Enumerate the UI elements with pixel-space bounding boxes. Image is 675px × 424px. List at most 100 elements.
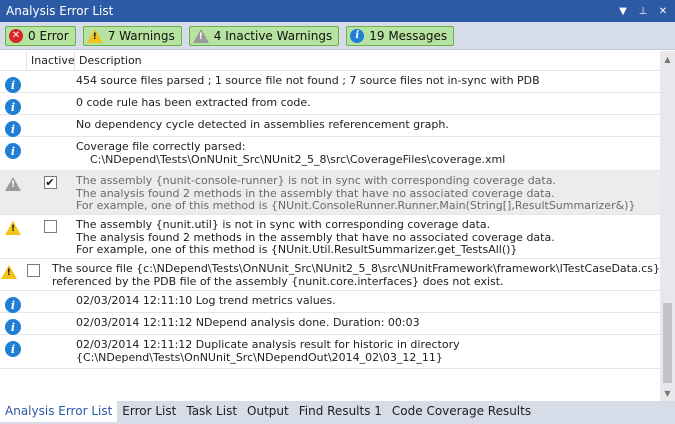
warnings-filter-button[interactable]: 7 Warnings (82, 25, 182, 46)
filter-toolbar: ✕ 0 Error 7 Warnings 4 Inactive Warnings… (0, 22, 675, 50)
row-description: 0 code rule has been extracted from code… (74, 93, 660, 114)
pin-icon[interactable]: ⊥ (635, 3, 651, 19)
vertical-scrollbar[interactable]: ▲ ▼ (660, 51, 675, 401)
description-line: 02/03/2014 12:11:12 NDepend analysis don… (76, 316, 420, 329)
row-description: The source file {c:\NDepend\Tests\OnNUni… (50, 259, 660, 290)
window-title: Analysis Error List (6, 4, 114, 18)
scroll-up-icon[interactable]: ▲ (660, 51, 675, 67)
row-inactive-cell: ✔ (26, 171, 74, 214)
description-line: 02/03/2014 12:11:12 Duplicate analysis r… (76, 338, 460, 351)
tab-error-list[interactable]: Error List (117, 401, 181, 422)
description-line: The assembly {nunit.util} is not in sync… (76, 218, 491, 231)
warning-icon (0, 265, 17, 279)
list-row[interactable]: i 02/03/2014 12:11:12 NDepend analysis do… (0, 313, 660, 335)
row-icon-cell: i (0, 291, 26, 313)
messages-filter-label: 19 Messages (369, 28, 448, 43)
description-line: {C:\NDepend\Tests\OnNUnit_Src\NDependOut… (76, 350, 443, 364)
description-line: The source file {c:\NDepend\Tests\OnNUni… (51, 262, 660, 275)
row-icon-cell (0, 259, 18, 290)
description-line: 454 source files parsed ; 1 source file … (76, 74, 540, 87)
row-icon-cell: i (0, 313, 26, 335)
tab-analysis-error-list[interactable]: Analysis Error List (0, 401, 118, 422)
list-row[interactable]: i 02/03/2014 12:11:10 Log trend metrics v… (0, 291, 660, 313)
info-icon: i (350, 28, 365, 43)
warnings-filter-label: 7 Warnings (107, 28, 175, 43)
description-line: C:\NDepend\Tests\OnNUnit_Src\NUnit2_5_8\… (76, 152, 506, 166)
info-icon: i (5, 341, 21, 357)
inactive-column-header[interactable]: Inactive (26, 51, 75, 70)
list-row[interactable]: i 454 source files parsed ; 1 source file… (0, 71, 660, 93)
row-inactive-cell (26, 313, 74, 334)
row-icon-cell: i (0, 93, 26, 115)
row-description: 454 source files parsed ; 1 source file … (74, 71, 660, 92)
row-icon-cell (0, 215, 26, 258)
row-icon-cell: i (0, 335, 26, 368)
list-row[interactable]: i Coverage file correctly parsed: C:\NDep… (0, 137, 660, 171)
messages-filter-button[interactable]: i 19 Messages (346, 25, 455, 46)
info-icon: i (5, 297, 21, 313)
errors-filter-button[interactable]: ✕ 0 Error (5, 25, 76, 46)
description-line: referenced by the PDB file of the assemb… (51, 274, 504, 288)
row-icon-cell (0, 171, 26, 214)
inactive-warning-icon (192, 28, 209, 43)
inactive-checkbox[interactable] (27, 264, 41, 277)
row-description: 02/03/2014 12:11:12 NDepend analysis don… (74, 313, 660, 334)
description-line: For example, one of this method is {NUni… (76, 199, 636, 212)
row-description: No dependency cycle detected in assembli… (74, 115, 660, 136)
tab-find-results-1[interactable]: Find Results 1 (294, 401, 387, 422)
inactive-checkbox[interactable] (43, 220, 57, 233)
info-icon: i (5, 121, 21, 137)
list-row[interactable]: ✔ The assembly {nunit-console-runner} is … (0, 171, 660, 215)
description-line: 0 code rule has been extracted from code… (76, 96, 311, 109)
row-inactive-cell (18, 259, 50, 290)
error-list: Inactive Description i 454 source files p… (0, 51, 660, 401)
row-description: Coverage file correctly parsed: C:\NDepe… (74, 137, 660, 170)
list-row[interactable]: i 0 code rule has been extracted from cod… (0, 93, 660, 115)
description-column-header[interactable]: Description (74, 51, 142, 70)
row-icon-cell: i (0, 115, 26, 137)
row-description: 02/03/2014 12:11:12 Duplicate analysis r… (74, 335, 660, 368)
description-line: For example, one of this method is {NUni… (76, 243, 518, 256)
error-icon: ✕ (9, 28, 23, 43)
description-line: Coverage file correctly parsed: (76, 140, 246, 153)
close-icon[interactable]: ✕ (655, 3, 671, 19)
list-row[interactable]: The assembly {nunit.util} is not in sync… (0, 215, 660, 259)
row-description: 02/03/2014 12:11:10 Log trend metrics va… (74, 291, 660, 312)
scroll-down-icon[interactable]: ▼ (660, 385, 675, 401)
info-icon: i (5, 319, 21, 335)
dropdown-icon[interactable]: ▼ (615, 3, 631, 19)
info-icon: i (5, 99, 21, 115)
scrollbar-thumb[interactable] (663, 303, 672, 383)
inactive-warnings-filter-button[interactable]: 4 Inactive Warnings (188, 25, 340, 46)
row-icon-cell: i (0, 137, 26, 170)
list-row[interactable]: The source file {c:\NDepend\Tests\OnNUni… (0, 259, 660, 291)
description-line: No dependency cycle detected in assembli… (76, 118, 449, 131)
tab-code-coverage-results[interactable]: Code Coverage Results (387, 401, 536, 422)
tab-task-list[interactable]: Task List (181, 401, 242, 422)
row-inactive-cell (26, 137, 74, 170)
inactive-warnings-filter-label: 4 Inactive Warnings (213, 28, 333, 43)
list-row[interactable]: i 02/03/2014 12:11:12 Duplicate analysis … (0, 335, 660, 369)
info-icon: i (5, 143, 21, 159)
description-line: The assembly {nunit-console-runner} is n… (76, 174, 556, 187)
row-inactive-cell (26, 215, 74, 258)
row-inactive-cell (26, 291, 74, 312)
inactive-checkbox[interactable]: ✔ (43, 176, 57, 189)
inactive-warning-icon (5, 177, 21, 191)
list-row[interactable]: i No dependency cycle detected in assembl… (0, 115, 660, 137)
row-inactive-cell (26, 115, 74, 136)
warning-icon (5, 221, 21, 235)
bottom-tab-strip: Analysis Error List Error List Task List Ou… (0, 401, 675, 424)
errors-filter-label: 0 Error (28, 28, 69, 43)
row-inactive-cell (26, 335, 74, 368)
row-inactive-cell (26, 71, 74, 92)
list-header: Inactive Description (0, 51, 660, 71)
info-icon: i (5, 77, 21, 93)
description-line: 02/03/2014 12:11:10 Log trend metrics va… (76, 294, 336, 307)
row-description: The assembly {nunit-console-runner} is n… (74, 171, 660, 214)
warning-icon (86, 28, 103, 43)
row-icon-cell: i (0, 71, 26, 93)
row-inactive-cell (26, 93, 74, 114)
tab-output[interactable]: Output (242, 401, 294, 422)
title-bar: Analysis Error List ▼ ⊥ ✕ (0, 0, 675, 22)
